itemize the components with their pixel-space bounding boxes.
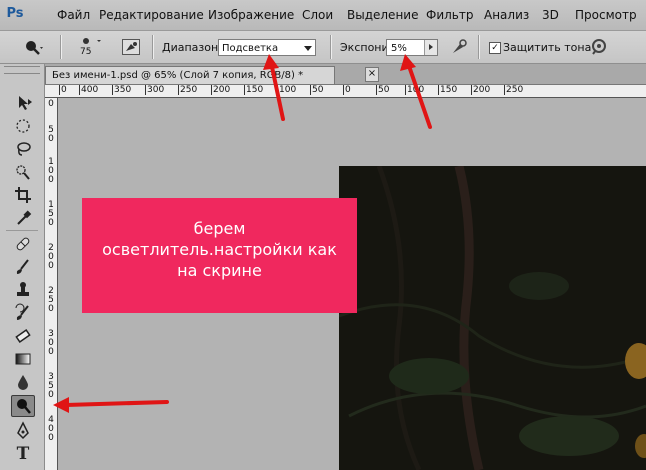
arrow-range-head: [263, 54, 279, 70]
arrow-exposure-head: [400, 54, 416, 71]
arrow-exposure: [407, 64, 432, 129]
arrow-tool: [64, 400, 169, 407]
arrow-range: [270, 65, 285, 121]
arrow-tool-head: [53, 397, 69, 413]
annotation-arrows: [53, 54, 432, 413]
